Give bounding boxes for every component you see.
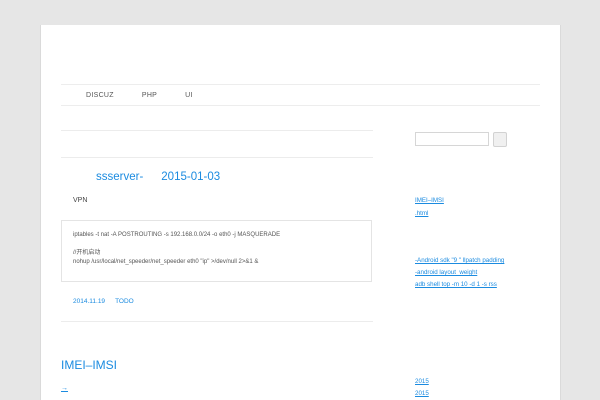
search-input[interactable] bbox=[415, 132, 489, 146]
main-nav: DISCUZ PHP UI bbox=[61, 84, 540, 106]
post-date[interactable]: 2015-01-03 bbox=[161, 171, 220, 183]
post-title[interactable]: ssserver- 2015-01-03 bbox=[96, 171, 238, 183]
page: DISCUZ PHP UI ssserver- 2015-01-03 VPN ip… bbox=[40, 25, 561, 400]
code-block: iptables -t nat -A POSTROUTING -s 192.16… bbox=[61, 220, 372, 282]
sidebar-link[interactable]: -android layout_weight bbox=[415, 269, 477, 276]
nav-item-ui[interactable]: UI bbox=[185, 92, 193, 99]
archive-link[interactable]: 2015 bbox=[415, 390, 429, 397]
sidebar-link[interactable]: IMEI–IMSI bbox=[415, 197, 444, 204]
code-line: iptables -t nat -A POSTROUTING -s 192.16… bbox=[73, 232, 281, 238]
sidebar-link[interactable]: adb shell top -m 10 -d 1 -s rss bbox=[415, 281, 497, 288]
divider bbox=[61, 157, 373, 158]
nav-item-php[interactable]: PHP bbox=[142, 92, 157, 99]
search-button[interactable] bbox=[493, 132, 507, 147]
top-divider bbox=[61, 130, 373, 131]
post-divider bbox=[61, 321, 373, 322]
nav-item-discuz[interactable]: DISCUZ bbox=[86, 92, 114, 99]
read-more-link[interactable]: → bbox=[61, 385, 68, 392]
archive-link[interactable]: 2015 bbox=[415, 378, 429, 385]
post-title-text[interactable]: ssserver- bbox=[96, 171, 143, 183]
code-line: nohup /usr/local/net_speeder/net_speeder… bbox=[73, 259, 259, 265]
post-meta-date[interactable]: 2014.11.19 bbox=[73, 298, 105, 305]
sidebar-link[interactable]: .html bbox=[415, 210, 428, 217]
post-excerpt: VPN bbox=[73, 197, 88, 204]
post2-title[interactable]: IMEI–IMSI bbox=[61, 358, 117, 372]
post-meta-tag[interactable]: TODO bbox=[115, 298, 134, 305]
code-gap bbox=[73, 240, 360, 249]
post-meta: 2014.11.19 TODO bbox=[73, 298, 144, 305]
code-line: //开机启动 bbox=[73, 250, 101, 256]
sidebar-link[interactable]: -Android sdk "9 " llpatch padding bbox=[415, 257, 504, 264]
